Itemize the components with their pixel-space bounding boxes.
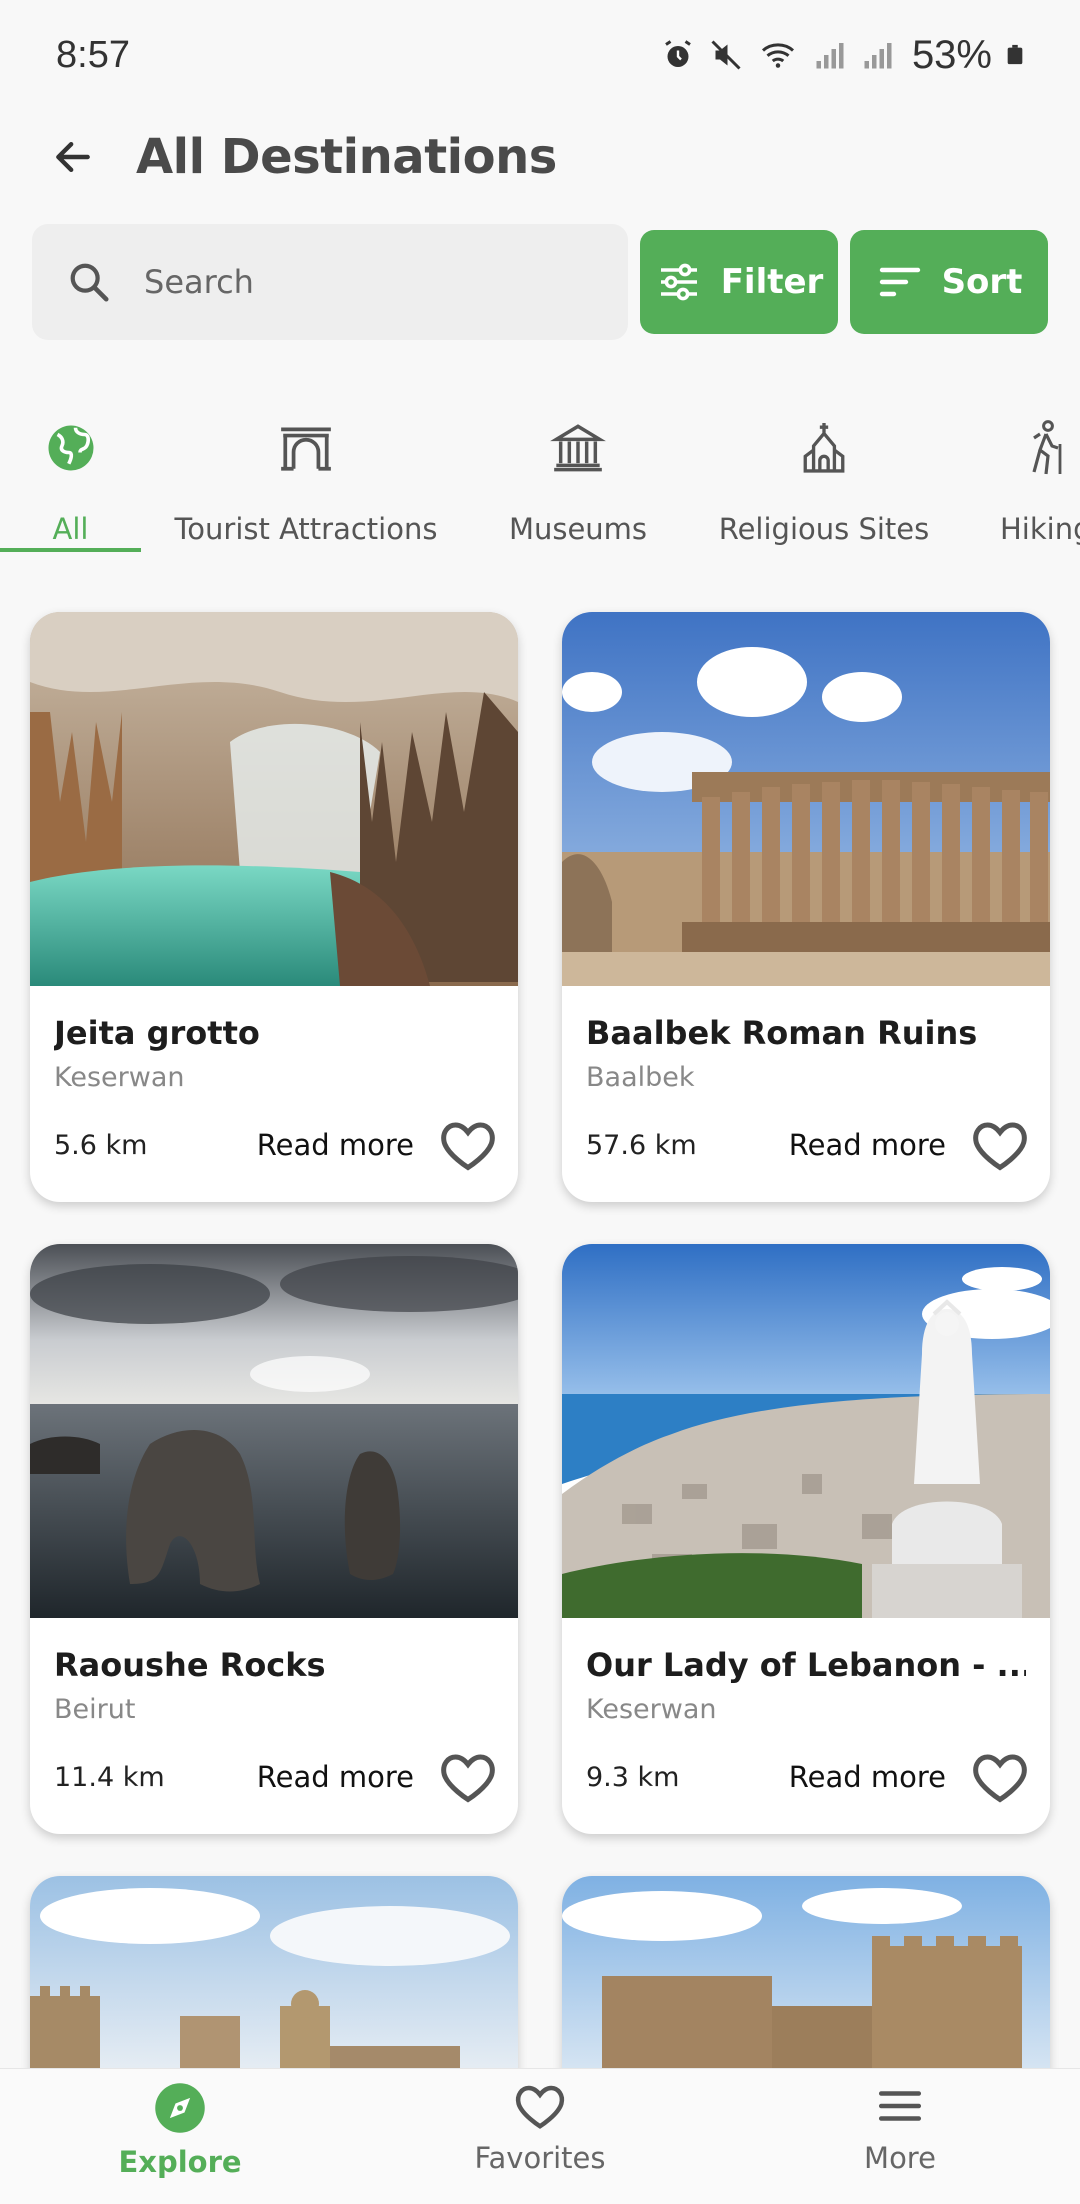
card-location: Beirut [54, 1694, 136, 1725]
active-tab-indicator [0, 548, 141, 552]
search-box[interactable] [32, 224, 628, 340]
filter-label: Filter [720, 262, 824, 302]
card-distance: 5.6 km [54, 1129, 148, 1161]
signal-icon-2 [864, 43, 892, 69]
status-time: 8:57 [56, 33, 130, 76]
nav-label: Explore [118, 2145, 242, 2179]
battery-icon [1007, 44, 1023, 65]
search-icon [70, 263, 109, 302]
menu-icon [878, 2091, 922, 2121]
wifi-icon [761, 43, 794, 68]
church-icon [799, 408, 849, 488]
tab-label: Hiking [1000, 512, 1080, 546]
card-image [562, 1244, 1050, 1618]
search-input[interactable] [144, 263, 584, 301]
heart-outline-icon [973, 1754, 1027, 1803]
favorite-button[interactable] [970, 1115, 1030, 1175]
museum-icon [550, 408, 606, 488]
arrow-left-icon [56, 141, 90, 173]
alarm-icon [665, 40, 691, 67]
battery-percent: 53% [911, 32, 992, 77]
destination-card[interactable]: Our Lady of Lebanon - ... Keserwan 9.3 k… [562, 1244, 1050, 1834]
heart-outline-icon [441, 1754, 495, 1803]
destination-card[interactable]: Jeita grotto Keserwan 5.6 km Read more [30, 612, 518, 1202]
mute-icon [711, 40, 741, 70]
nav-more[interactable]: More [720, 2069, 1080, 2204]
tab-religious-sites[interactable]: Religious Sites [712, 396, 936, 556]
signal-icon [816, 43, 844, 69]
status-bar: 8:57 53% [0, 0, 1080, 110]
arch-icon [277, 408, 335, 488]
search-row: Filter Sort [32, 222, 1048, 340]
card-image [562, 612, 1050, 986]
tab-hiking[interactable]: Hiking [1000, 396, 1080, 556]
back-button[interactable] [48, 132, 98, 182]
card-location: Keserwan [586, 1694, 717, 1725]
nav-explore[interactable]: Explore [0, 2069, 360, 2204]
heart-outline-icon [441, 1122, 495, 1171]
read-more-link[interactable]: Read more [776, 1128, 970, 1162]
nav-label: More [864, 2141, 936, 2175]
page-title: All Destinations [136, 129, 557, 185]
category-tabs: All Tourist Attractions Museums Religiou… [0, 396, 1080, 556]
tab-all[interactable]: All [0, 396, 141, 556]
sliders-icon [660, 263, 697, 301]
nav-label: Favorites [474, 2141, 606, 2175]
globe-icon [44, 408, 98, 488]
heart-icon [515, 2085, 565, 2129]
heart-outline-icon [973, 1122, 1027, 1171]
destination-card[interactable] [562, 1876, 1050, 2076]
nav-favorites[interactable]: Favorites [360, 2069, 720, 2204]
bottom-nav: Explore Favorites More [0, 2068, 1080, 2204]
card-location: Baalbek [586, 1062, 695, 1093]
destination-card[interactable]: Raoushe Rocks Beirut 11.4 km Read more [30, 1244, 518, 1834]
tab-label: Tourist Attractions [174, 512, 438, 546]
tab-label: Religious Sites [718, 512, 930, 546]
read-more-link[interactable]: Read more [244, 1760, 438, 1794]
card-title: Baalbek Roman Ruins [586, 1014, 978, 1052]
app-header: All Destinations [0, 112, 1080, 202]
tab-label: Museums [508, 512, 648, 546]
card-image [30, 1876, 518, 2076]
tab-tourist-attractions[interactable]: Tourist Attractions [168, 396, 444, 556]
compass-icon [155, 2083, 205, 2133]
hiking-icon [1026, 408, 1066, 488]
card-image [562, 1876, 1050, 2076]
sort-label: Sort [941, 262, 1023, 302]
card-title: Raoushe Rocks [54, 1646, 326, 1684]
card-location: Keserwan [54, 1062, 185, 1093]
card-title: Our Lady of Lebanon - ... [586, 1646, 1026, 1684]
card-image [30, 1244, 518, 1618]
read-more-link[interactable]: Read more [776, 1760, 970, 1794]
favorite-button[interactable] [970, 1747, 1030, 1807]
card-image [30, 612, 518, 986]
sort-icon [879, 267, 920, 297]
tab-label: All [52, 512, 89, 546]
card-distance: 9.3 km [586, 1761, 680, 1793]
destination-card[interactable]: Baalbek Roman Ruins Baalbek 57.6 km Read… [562, 612, 1050, 1202]
favorite-button[interactable] [438, 1747, 498, 1807]
card-distance: 57.6 km [586, 1129, 697, 1161]
card-title: Jeita grotto [54, 1014, 260, 1052]
filter-button[interactable]: Filter [640, 230, 838, 334]
sort-button[interactable]: Sort [850, 230, 1048, 334]
tab-museums[interactable]: Museums [488, 396, 668, 556]
read-more-link[interactable]: Read more [244, 1128, 438, 1162]
status-icons: 53% [660, 33, 1026, 78]
favorite-button[interactable] [438, 1115, 498, 1175]
destination-card[interactable] [30, 1876, 518, 2076]
card-distance: 11.4 km [54, 1761, 165, 1793]
